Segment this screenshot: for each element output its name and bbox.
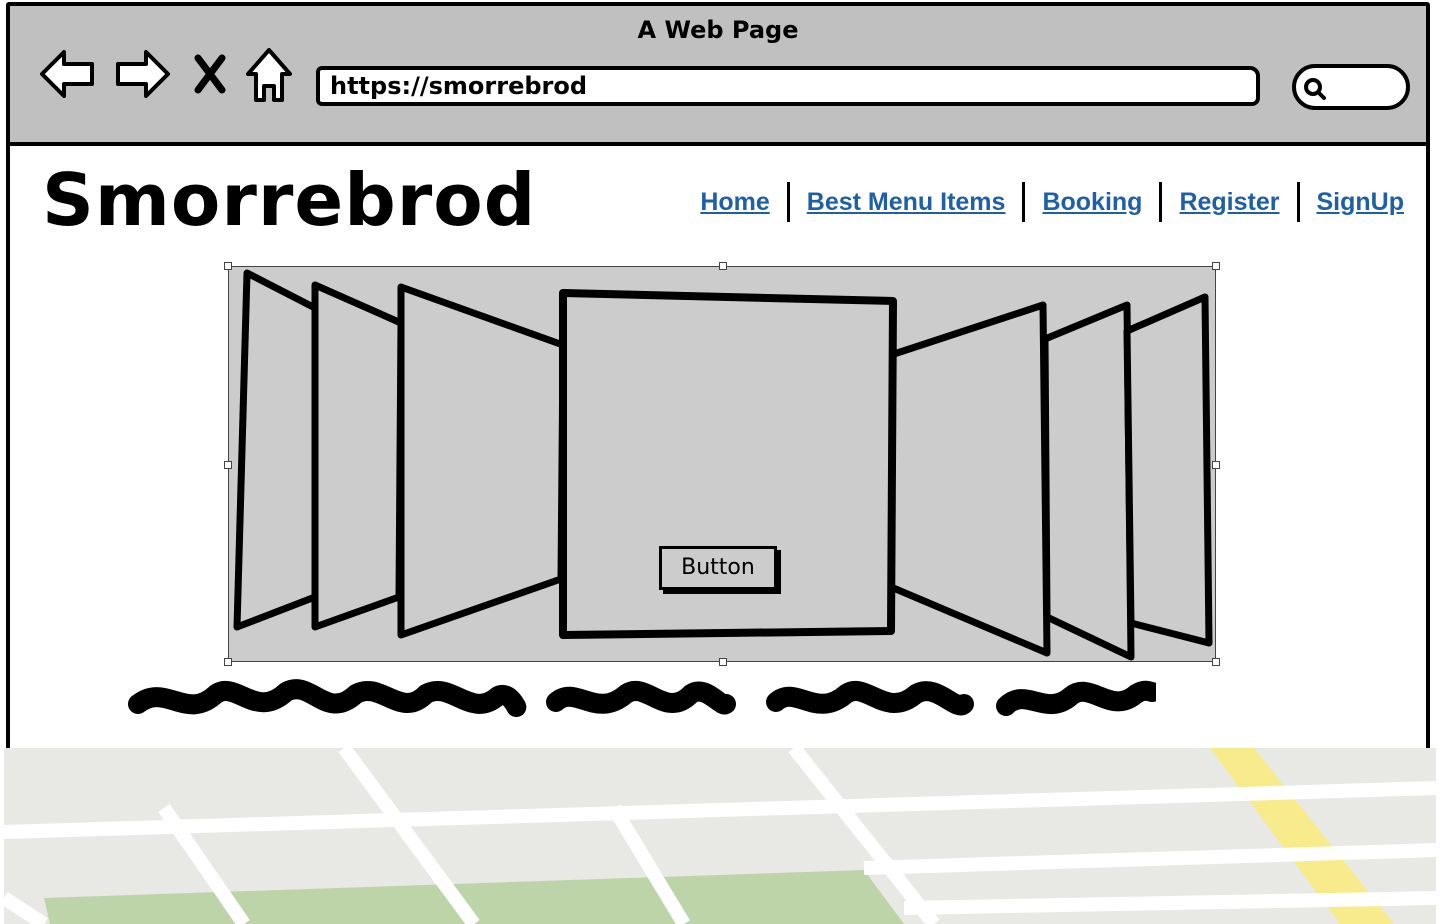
selection-handle — [719, 658, 727, 666]
carousel-panel-right-2 — [1041, 301, 1135, 661]
map-tiles — [4, 748, 1436, 924]
nav-link-booking[interactable]: Booking — [1042, 188, 1142, 217]
selection-handle — [1212, 658, 1220, 666]
image-carousel[interactable]: Button — [224, 262, 1220, 666]
selection-handle — [1212, 461, 1220, 469]
map-view[interactable] — [4, 748, 1436, 924]
nav-link-signup[interactable]: SignUp — [1317, 188, 1405, 217]
map-road — [903, 891, 1436, 915]
nav-link-register[interactable]: Register — [1179, 188, 1279, 217]
window-title: A Web Page — [637, 16, 799, 44]
page-body: Smorrebrod Home Best Menu Items Booking … — [6, 146, 1430, 748]
forward-arrow-icon[interactable] — [112, 46, 172, 106]
selection-handle — [1212, 262, 1220, 270]
nav-divider — [786, 182, 790, 222]
selection-handle — [224, 262, 232, 270]
nav-divider — [1022, 182, 1026, 222]
nav-divider — [1159, 182, 1163, 222]
carousel-panel-right-3 — [1123, 293, 1213, 647]
home-icon[interactable] — [244, 46, 294, 110]
selection-handle — [224, 658, 232, 666]
url-input[interactable]: https://smorrebrod — [316, 66, 1260, 106]
carousel-panel-left-2 — [311, 281, 405, 631]
search-box[interactable] — [1292, 64, 1410, 110]
carousel-panel-left-3 — [233, 269, 321, 631]
search-icon — [1302, 76, 1328, 106]
carousel-button[interactable]: Button — [659, 546, 777, 590]
selection-handle — [719, 262, 727, 270]
placeholder-text-scribble — [128, 679, 1156, 718]
carousel-panels — [233, 269, 1213, 661]
close-x-icon[interactable] — [192, 54, 228, 98]
site-logo: Smorrebrod — [42, 158, 537, 242]
back-arrow-icon[interactable] — [38, 46, 98, 106]
carousel-panel-right-1 — [887, 301, 1051, 657]
carousel-panel-left-1 — [397, 283, 567, 639]
selection-handle — [224, 461, 232, 469]
browser-chrome: A Web Page https://smorrebrod — [6, 2, 1430, 146]
main-nav: Home Best Menu Items Booking Register Si… — [700, 182, 1404, 222]
nav-link-best-menu-items[interactable]: Best Menu Items — [807, 188, 1006, 217]
nav-link-home[interactable]: Home — [700, 188, 769, 217]
nav-divider — [1296, 182, 1300, 222]
